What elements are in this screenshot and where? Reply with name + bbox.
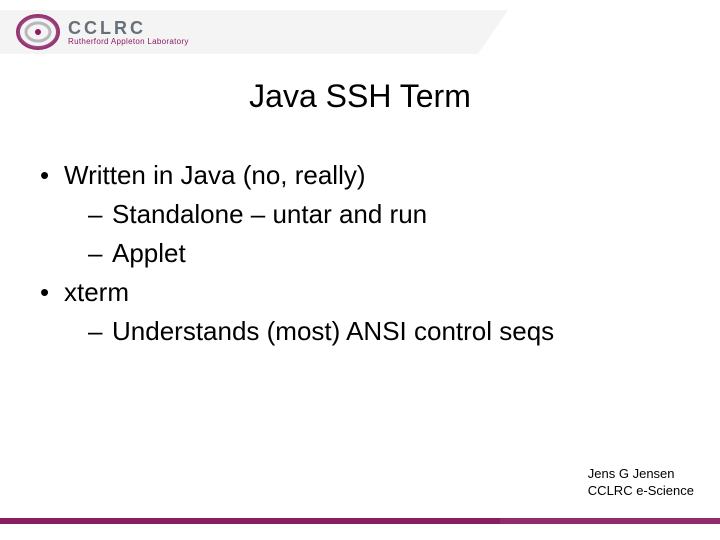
- slide-title: Java SSH Term: [0, 78, 720, 115]
- footer-credits: Jens G Jensen CCLRC e-Science: [588, 465, 694, 500]
- bullet-item: – Understands (most) ANSI control seqs: [40, 312, 680, 351]
- bullet-text: Applet: [112, 234, 186, 273]
- bullet-text: Written in Java (no, really): [64, 156, 366, 195]
- bullet-item: • Written in Java (no, really): [40, 156, 680, 195]
- slide-body: • Written in Java (no, really) – Standal…: [40, 156, 680, 351]
- bullet-text: xterm: [64, 273, 129, 312]
- footer-accent-bar: [0, 518, 720, 524]
- footer-author: Jens G Jensen: [588, 465, 694, 483]
- bullet-item: – Applet: [40, 234, 680, 273]
- dash-marker-icon: –: [88, 195, 112, 234]
- dash-marker-icon: –: [88, 234, 112, 273]
- bullet-item: • xterm: [40, 273, 680, 312]
- logo-swirl-icon: [16, 12, 60, 52]
- logo-subtitle: Rutherford Appleton Laboratory: [68, 37, 189, 46]
- org-logo: CCLRC Rutherford Appleton Laboratory: [16, 12, 189, 52]
- bullet-item: – Standalone – untar and run: [40, 195, 680, 234]
- bullet-marker-icon: •: [40, 273, 64, 312]
- footer-org: CCLRC e-Science: [588, 482, 694, 500]
- logo-text: CCLRC: [68, 18, 189, 39]
- bullet-text: Standalone – untar and run: [112, 195, 427, 234]
- bullet-text: Understands (most) ANSI control seqs: [112, 312, 554, 351]
- dash-marker-icon: –: [88, 312, 112, 351]
- bullet-marker-icon: •: [40, 156, 64, 195]
